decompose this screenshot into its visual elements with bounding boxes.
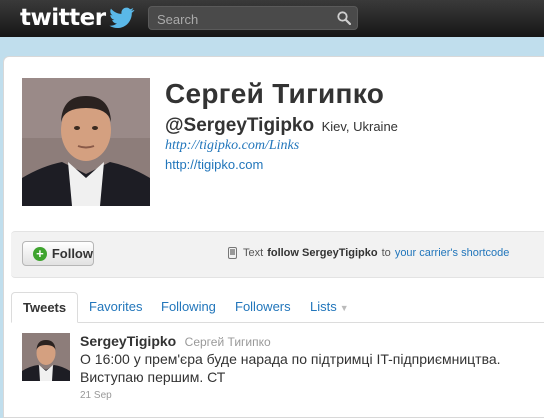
text-follow-info: Text follow SergeyTigipko to your carrie… [228,247,509,259]
tweet-text: О 16:00 у прем'єра буде нарада по підтри… [80,351,501,385]
tweet-full-name: Сергей Тигипко [184,335,271,349]
tweet-timestamp[interactable]: 21 Sep [80,390,112,401]
follow-button-label: Follow [51,246,93,261]
tweet-avatar[interactable] [22,333,70,381]
twitter-logo[interactable]: twitter [20,5,135,31]
profile-location: Kiev, Ukraine [321,119,398,134]
search-icon[interactable] [337,11,351,25]
profile-links-link[interactable]: http://tigipko.com/Links [165,138,299,154]
profile-tabs: Tweets Favorites Following Followers Lis… [11,292,544,323]
plus-icon: + [33,246,47,261]
profile-name: Сергей Тигипко [165,78,385,109]
tab-following[interactable]: Following [161,292,216,322]
search-box[interactable] [148,6,358,30]
tab-lists-label: Lists [310,299,337,314]
follow-bar: + Follow Text follow SergeyTigipko to yo… [11,231,544,278]
tab-followers[interactable]: Followers [235,292,291,322]
text-follow-prefix: Text [243,247,264,259]
profile-avatar[interactable] [22,78,150,206]
mobile-phone-icon [228,247,237,259]
tab-favorites[interactable]: Favorites [89,292,142,322]
tweet-username[interactable]: SergeyTigipko [80,333,176,349]
logo-text: twitter [20,5,106,31]
chevron-down-icon: ▼ [339,303,349,313]
follow-button[interactable]: + Follow [22,241,94,266]
tab-tweets[interactable]: Tweets [11,292,79,323]
tweet-avatar-image [22,333,70,381]
twitter-bird-icon [109,7,134,28]
tweet-header: SergeyTigipko Сергей Тигипко [80,333,271,351]
carrier-shortcode-link[interactable]: your carrier's shortcode [395,247,510,259]
screen-name-row: @SergeyTigipko Kiev, Ukraine [165,115,398,137]
text-follow-command: follow SergeyTigipko [267,247,378,259]
text-follow-to: to [381,247,391,259]
search-input[interactable] [155,9,335,29]
profile-photo-image [22,78,150,206]
tab-lists[interactable]: Lists ▼ [310,292,349,322]
top-bar: twitter [0,0,544,37]
profile-website-link[interactable]: http://tigipko.com [165,157,263,172]
screen-name: @SergeyTigipko [165,115,315,136]
